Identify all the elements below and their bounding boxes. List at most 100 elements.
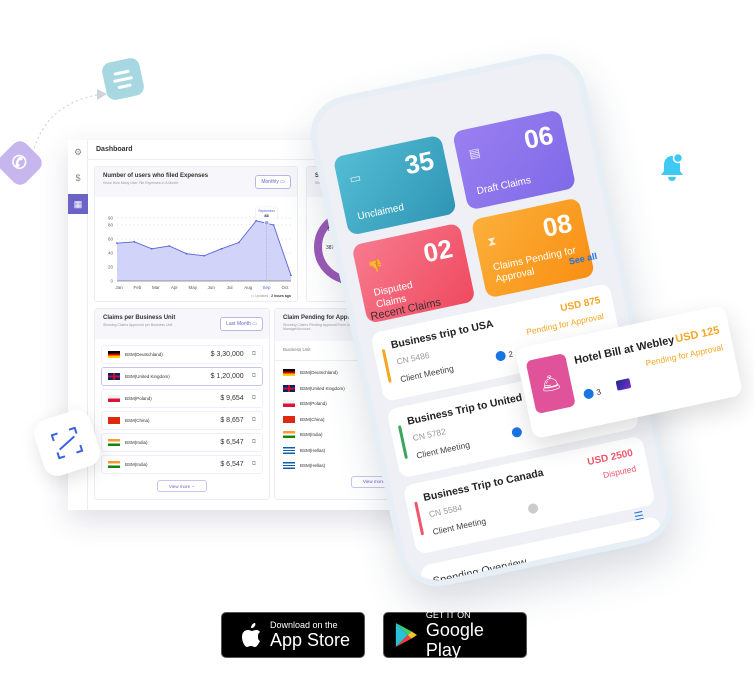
- data-point: [272, 224, 275, 226]
- details-icon[interactable]: ⧉: [252, 461, 256, 468]
- google-play-badge[interactable]: GET IT ON Google Play: [383, 610, 527, 660]
- business-unit-row[interactable]: BSM(India) $ 6,547 ⧉: [101, 433, 263, 452]
- x-tick-label: Apr: [171, 285, 179, 290]
- y-tick-label: 60: [108, 237, 114, 242]
- document-icon: ▤: [467, 144, 482, 162]
- unit-name: BSM(United Kingdom): [125, 374, 170, 379]
- flag-cn-icon: [108, 417, 120, 424]
- flag-de-icon: [108, 351, 120, 358]
- x-tick-label: Oct: [281, 285, 289, 290]
- claim-title: Business Trip to Canada: [422, 466, 545, 504]
- data-point: [255, 219, 258, 222]
- period-select[interactable]: Monthly ▭: [255, 175, 291, 189]
- status-bar: [397, 425, 408, 460]
- view-more-button[interactable]: View more ⌄: [157, 480, 207, 492]
- status-bar: [414, 501, 425, 536]
- hero-illustration: ✆ ⚙ $ ▦ Dashboard Number of users who fi…: [0, 0, 754, 691]
- attachment-icon: [582, 387, 595, 400]
- comments[interactable]: [510, 426, 523, 439]
- chat-icon: [527, 502, 540, 515]
- gear-icon[interactable]: ⚙: [68, 142, 88, 162]
- credit-card-icon: [615, 378, 632, 391]
- users-area-chart: 0 20 40 60 80 90 Jan Feb Mar Apr May Jun Jul Aug Sep Oc…: [108, 206, 292, 290]
- data-point: [237, 241, 240, 244]
- x-tick-label: May: [189, 285, 198, 290]
- claim-number: CN 5584: [427, 502, 463, 520]
- updated-label: Updated :: [254, 294, 271, 298]
- claim-category: Client Meeting: [399, 363, 455, 385]
- unit-name: BSM(Poland): [300, 401, 327, 407]
- business-unit-row[interactable]: BSM(United Kingdom) $ 1,20,000 ⧉: [101, 367, 263, 386]
- flag-in-icon: [108, 439, 120, 446]
- unit-name: BSM(Deutschland): [125, 352, 163, 357]
- app-store-small: Download on the: [270, 620, 338, 630]
- data-point: [150, 247, 153, 250]
- tile-pending-approval[interactable]: ⧗ 08 Claims Pending for Approval: [470, 197, 596, 299]
- flag-in-icon: [108, 461, 120, 468]
- x-tick-label: Mar: [152, 285, 160, 290]
- tile-value: 06: [521, 119, 556, 156]
- details-icon[interactable]: ⧉: [252, 417, 256, 424]
- view-more-label: View more: [168, 483, 191, 489]
- details-icon[interactable]: ⧉: [252, 395, 256, 402]
- apple-logo-icon: [242, 623, 260, 647]
- business-unit-row[interactable]: BSM(Poland) $ 9,654 ⧉: [101, 389, 263, 408]
- details-icon[interactable]: ⧉: [252, 439, 256, 446]
- flag-pl-icon: [283, 400, 295, 408]
- details-icon[interactable]: ⧉: [252, 351, 256, 358]
- details-icon[interactable]: ⧉: [252, 373, 256, 380]
- y-tick-label: 20: [108, 265, 114, 270]
- flag-uk-icon: [283, 384, 295, 392]
- tooltip-value: 83: [264, 213, 269, 218]
- tile-draft-claims[interactable]: ▤ 06 Draft Claims: [452, 109, 577, 211]
- thumbs-down-icon: 👎: [366, 257, 385, 275]
- claim-number: CN 5782: [411, 426, 447, 443]
- y-tick-label: 80: [108, 223, 114, 228]
- google-play-big: Google Play: [425, 620, 484, 660]
- unit-name: BSM(Hellas): [300, 463, 326, 469]
- col-business-unit[interactable]: Business Unit: [283, 347, 311, 354]
- room-service-icon: 🛎: [525, 352, 576, 415]
- period-label: Monthly: [261, 179, 279, 185]
- data-point: [220, 247, 223, 250]
- unit-name: BSM(India): [125, 462, 148, 467]
- dollar-icon[interactable]: $: [68, 168, 88, 188]
- period-select[interactable]: Last Month ▭: [220, 317, 263, 331]
- unit-name: BSM(India): [300, 432, 323, 438]
- data-point: [185, 252, 188, 255]
- highlight-point: [264, 220, 270, 226]
- flag-gr-icon: [283, 462, 295, 470]
- updated-value: 2 hours ago: [271, 294, 291, 298]
- flag-pl-icon: [108, 395, 120, 402]
- comments[interactable]: [527, 502, 540, 515]
- chat-icon: [510, 426, 523, 439]
- business-unit-row[interactable]: BSM(China) $ 8,657 ⧉: [101, 411, 263, 430]
- mobile-app-phone: ▭ 35 Unclaimed ▤ 06 Draft Claims 👎 02 Di…: [303, 46, 681, 594]
- business-unit-row[interactable]: BSM(India) $ 6,547 ⧉: [101, 455, 263, 474]
- business-unit-row[interactable]: BSM(Deutschland) $ 3,30,000 ⧉: [101, 345, 263, 364]
- tile-value: 02: [420, 233, 456, 269]
- updated-text: ◷ Updated : 2 hours ago: [251, 294, 291, 298]
- bell-notification-icon: [661, 152, 684, 181]
- users-chart-panel: Number of users who filed Expenses Know …: [94, 166, 298, 302]
- y-tick-label: 40: [108, 251, 114, 256]
- unit-amount: $ 6,547: [220, 439, 244, 446]
- unit-amount: $ 3,30,000: [210, 351, 244, 358]
- x-tick-label: Jun: [208, 285, 216, 290]
- claim-status: Disputed: [602, 463, 638, 481]
- grid-icon[interactable]: ▦: [68, 194, 88, 214]
- attachments[interactable]: 3: [582, 386, 602, 400]
- x-tick-label: Jan: [115, 285, 123, 290]
- tile-unclaimed[interactable]: ▭ 35 Unclaimed: [332, 134, 457, 236]
- calendar-icon: ▭: [280, 179, 285, 185]
- period-label: Last Month: [226, 321, 251, 327]
- claim-title: Business trip to USA: [389, 317, 495, 352]
- app-store-badge[interactable]: Download on the App Store: [221, 612, 365, 658]
- data-point: [290, 274, 292, 277]
- comment-count: 2: [507, 348, 514, 359]
- tile-value: 08: [540, 207, 575, 244]
- x-tick-label: Aug: [244, 285, 253, 290]
- tile-label: Unclaimed: [356, 201, 406, 223]
- flag-gr-icon: [283, 446, 295, 454]
- comments[interactable]: 2: [494, 348, 514, 362]
